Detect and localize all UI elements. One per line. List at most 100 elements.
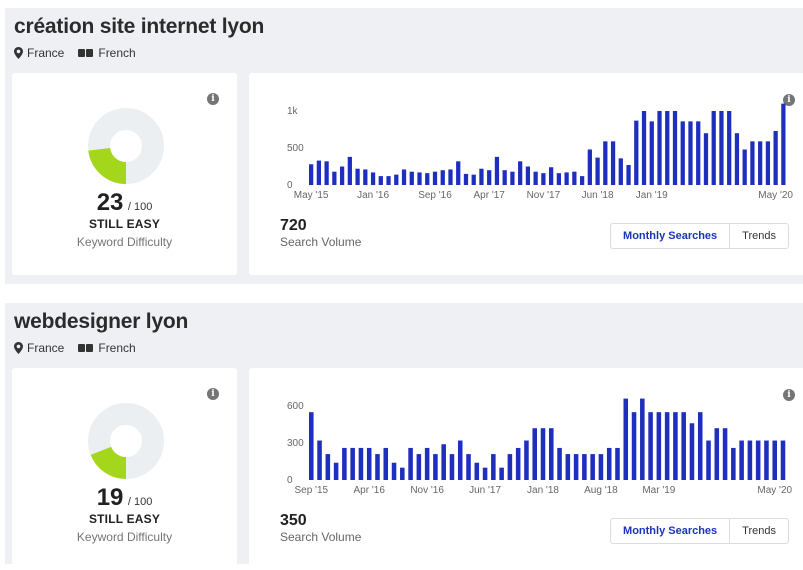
chart-bar[interactable] (363, 169, 368, 185)
chart-bar[interactable] (408, 447, 413, 480)
chart-bar[interactable] (764, 440, 769, 480)
chart-bar[interactable] (370, 172, 376, 185)
chart-bar[interactable] (780, 440, 786, 480)
chart-bar[interactable] (474, 462, 480, 480)
chart-bar[interactable] (703, 133, 709, 185)
chart-bar[interactable] (347, 156, 352, 185)
info-icon[interactable]: i (207, 388, 219, 400)
chart-bar[interactable] (449, 454, 455, 480)
chart-bar[interactable] (394, 174, 399, 185)
chart-bar[interactable] (383, 447, 389, 480)
chart-bar[interactable] (781, 103, 786, 185)
chart-bar[interactable] (541, 173, 546, 185)
chart-bar[interactable] (332, 171, 337, 185)
chart-bar[interactable] (727, 111, 732, 185)
chart-bar[interactable] (689, 423, 695, 480)
chart-bar[interactable] (634, 120, 639, 185)
chart-bar[interactable] (549, 167, 554, 185)
chart-bar[interactable] (386, 176, 391, 185)
chart-bar[interactable] (499, 467, 504, 480)
chart-bar[interactable] (317, 440, 322, 480)
chart-bar[interactable] (355, 168, 360, 185)
chart-bar[interactable] (463, 173, 469, 185)
chart-bar[interactable] (358, 447, 364, 480)
chart-bar[interactable] (433, 454, 438, 480)
chart-bar[interactable] (457, 440, 463, 480)
chart-bar[interactable] (714, 428, 720, 480)
chart-bar[interactable] (471, 174, 476, 185)
chart-bar[interactable] (610, 141, 616, 185)
chart-bar[interactable] (681, 412, 686, 480)
chart-bar[interactable] (722, 428, 728, 480)
chart-bar[interactable] (325, 454, 331, 480)
chart-bar[interactable] (672, 111, 678, 185)
chart-bar[interactable] (697, 412, 703, 480)
chart-bar[interactable] (524, 440, 529, 480)
chart-bar[interactable] (366, 447, 372, 480)
chart-bar[interactable] (466, 454, 471, 480)
chart-bar[interactable] (739, 440, 744, 480)
chart-bar[interactable] (719, 111, 724, 185)
chart-bar[interactable] (606, 447, 612, 480)
chart-bar[interactable] (742, 149, 747, 185)
chart-bar[interactable] (582, 454, 587, 480)
chart-bar[interactable] (706, 440, 711, 480)
chart-bar[interactable] (618, 158, 623, 185)
chart-bar[interactable] (758, 141, 763, 185)
chart-bar[interactable] (615, 447, 620, 480)
chart-bar[interactable] (549, 428, 554, 480)
chart-bar[interactable] (649, 121, 654, 185)
chart-bar[interactable] (479, 168, 484, 185)
chart-bar[interactable] (579, 176, 585, 185)
chart-bar[interactable] (309, 412, 314, 480)
tab-monthly-searches[interactable]: Monthly Searches (611, 224, 731, 248)
chart-bar[interactable] (773, 130, 778, 185)
chart-bar[interactable] (456, 161, 461, 185)
chart-bar[interactable] (533, 171, 538, 185)
chart-bar[interactable] (648, 412, 653, 480)
chart-bar[interactable] (696, 121, 701, 185)
chart-bar[interactable] (587, 149, 592, 185)
tab-trends[interactable]: Trends (730, 224, 788, 248)
chart-bar[interactable] (378, 176, 383, 185)
chart-bar[interactable] (409, 171, 414, 185)
chart-bar[interactable] (623, 398, 629, 480)
chart-bar[interactable] (324, 161, 329, 185)
chart-bar[interactable] (657, 111, 662, 185)
chart-bar[interactable] (401, 169, 407, 185)
chart-bar[interactable] (507, 454, 513, 480)
chart-bar[interactable] (375, 454, 380, 480)
chart-bar[interactable] (772, 440, 777, 480)
chart-bar[interactable] (595, 157, 600, 185)
chart-bar[interactable] (532, 428, 537, 480)
chart-bar[interactable] (510, 171, 515, 185)
chart-bar[interactable] (425, 173, 430, 185)
chart-bar[interactable] (491, 454, 496, 480)
chart-bar[interactable] (432, 171, 438, 185)
chart-bar[interactable] (494, 156, 500, 185)
chart-bar[interactable] (564, 172, 569, 185)
chart-bar[interactable] (502, 170, 507, 185)
chart-bar[interactable] (518, 161, 523, 185)
chart-bar[interactable] (417, 172, 422, 185)
tab-trends[interactable]: Trends (730, 519, 788, 543)
chart-bar[interactable] (765, 141, 771, 185)
chart-bar[interactable] (557, 447, 562, 480)
chart-bar[interactable] (441, 444, 446, 480)
chart-bar[interactable] (487, 170, 492, 185)
chart-bar[interactable] (688, 121, 693, 185)
chart-bar[interactable] (333, 462, 339, 480)
chart-bar[interactable] (482, 467, 488, 480)
chart-bar[interactable] (664, 412, 670, 480)
chart-bar[interactable] (565, 454, 571, 480)
chart-bar[interactable] (448, 169, 453, 185)
chart-bar[interactable] (400, 467, 405, 480)
chart-bar[interactable] (350, 447, 355, 480)
chart-bar[interactable] (556, 173, 561, 185)
chart-bar[interactable] (631, 412, 637, 480)
chart-bar[interactable] (515, 447, 521, 480)
chart-bar[interactable] (309, 164, 314, 185)
chart-bar[interactable] (711, 111, 716, 185)
chart-bar[interactable] (590, 454, 595, 480)
chart-bar[interactable] (391, 462, 397, 480)
